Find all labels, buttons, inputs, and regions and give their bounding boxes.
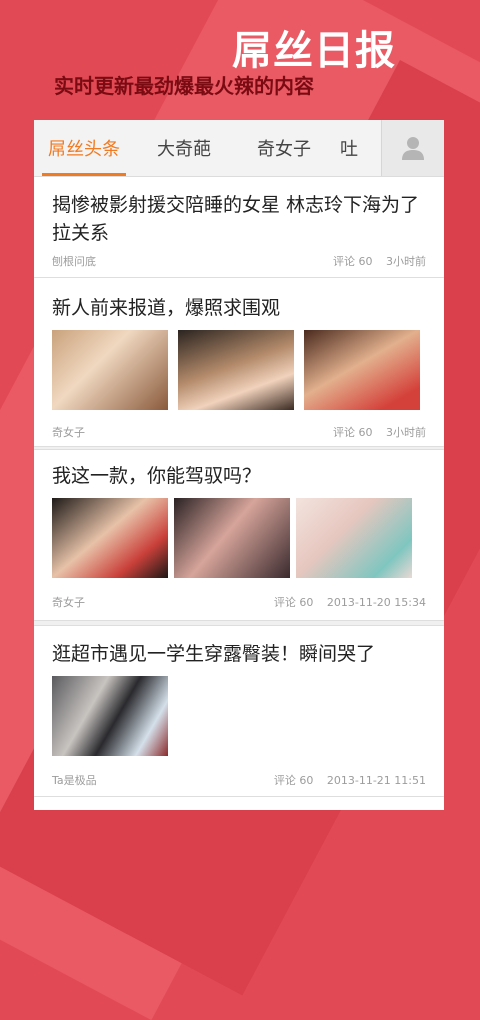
app-title: 屌丝日报 — [232, 28, 396, 74]
item-title[interactable]: 揭惨被影射援交陪睡的女星 林志玲下海为了拉关系 — [52, 177, 426, 247]
app-subtitle: 实时更新最劲爆最火辣的内容 — [54, 74, 314, 98]
item-title[interactable]: 新人前来报道，爆照求围观 — [52, 278, 426, 322]
item-title[interactable]: 逛超市遇见一学生穿露臀装！瞬间哭了 — [52, 626, 426, 668]
list-item[interactable]: 新人前来报道，爆照求围观 奇女子 评论 60 3小时前 — [34, 278, 444, 447]
comment-count: 评论 60 — [333, 426, 373, 439]
item-meta: 刨根问底 评论 60 3小时前 — [52, 253, 426, 269]
item-time: 3小时前 — [386, 255, 426, 268]
tab-more[interactable]: 吐 — [334, 120, 370, 176]
item-time: 2013-11-21 11:51 — [326, 774, 426, 787]
item-time: 3小时前 — [386, 426, 426, 439]
tab-unusual-women[interactable]: 奇女子 — [234, 120, 334, 176]
photo-thumbnail[interactable] — [296, 498, 412, 578]
app-screen: 屌丝头条 大奇葩 奇女子 吐 揭惨被影射援交陪睡的女星 林志玲下海为了拉关系 刨… — [34, 120, 444, 810]
person-icon — [402, 137, 424, 160]
item-meta: Ta是极品 评论 60 2013-11-21 11:51 — [52, 772, 426, 788]
news-feed: 揭惨被影射援交陪睡的女星 林志玲下海为了拉关系 刨根问底 评论 60 3小时前 … — [34, 177, 444, 797]
item-source: Ta是极品 — [52, 774, 97, 787]
photo-thumbnail[interactable] — [178, 330, 294, 410]
item-time: 2013-11-20 15:34 — [326, 596, 426, 609]
tab-bar: 屌丝头条 大奇葩 奇女子 吐 — [34, 120, 444, 177]
image-row — [52, 498, 412, 578]
item-title[interactable]: 我这一款，你能驾驭吗？ — [52, 450, 426, 490]
photo-thumbnail[interactable] — [52, 676, 168, 756]
profile-button[interactable] — [381, 120, 444, 176]
item-source: 奇女子 — [52, 596, 85, 609]
list-item[interactable]: 我这一款，你能驾驭吗？ 奇女子 评论 60 2013-11-20 15:34 — [34, 450, 444, 621]
photo-thumbnail[interactable] — [174, 498, 290, 578]
comment-count: 评论 60 — [273, 774, 314, 787]
item-source: 刨根问底 — [52, 255, 96, 268]
tab-diaosi-headlines[interactable]: 屌丝头条 — [34, 120, 134, 176]
image-row — [52, 330, 420, 410]
comment-count: 评论 60 — [333, 255, 373, 268]
photo-thumbnail[interactable] — [304, 330, 420, 410]
item-meta: 奇女子 评论 60 2013-11-20 15:34 — [52, 594, 426, 610]
image-row — [52, 676, 168, 756]
photo-thumbnail[interactable] — [52, 498, 168, 578]
list-item[interactable]: 逛超市遇见一学生穿露臀装！瞬间哭了 Ta是极品 评论 60 2013-11-21… — [34, 626, 444, 797]
comment-count: 评论 60 — [273, 596, 314, 609]
item-source: 奇女子 — [52, 426, 85, 439]
list-item[interactable]: 揭惨被影射援交陪睡的女星 林志玲下海为了拉关系 刨根问底 评论 60 3小时前 — [34, 177, 444, 278]
tab-weirdos[interactable]: 大奇葩 — [134, 120, 234, 176]
item-meta: 奇女子 评论 60 3小时前 — [52, 424, 426, 440]
photo-thumbnail[interactable] — [52, 330, 168, 410]
